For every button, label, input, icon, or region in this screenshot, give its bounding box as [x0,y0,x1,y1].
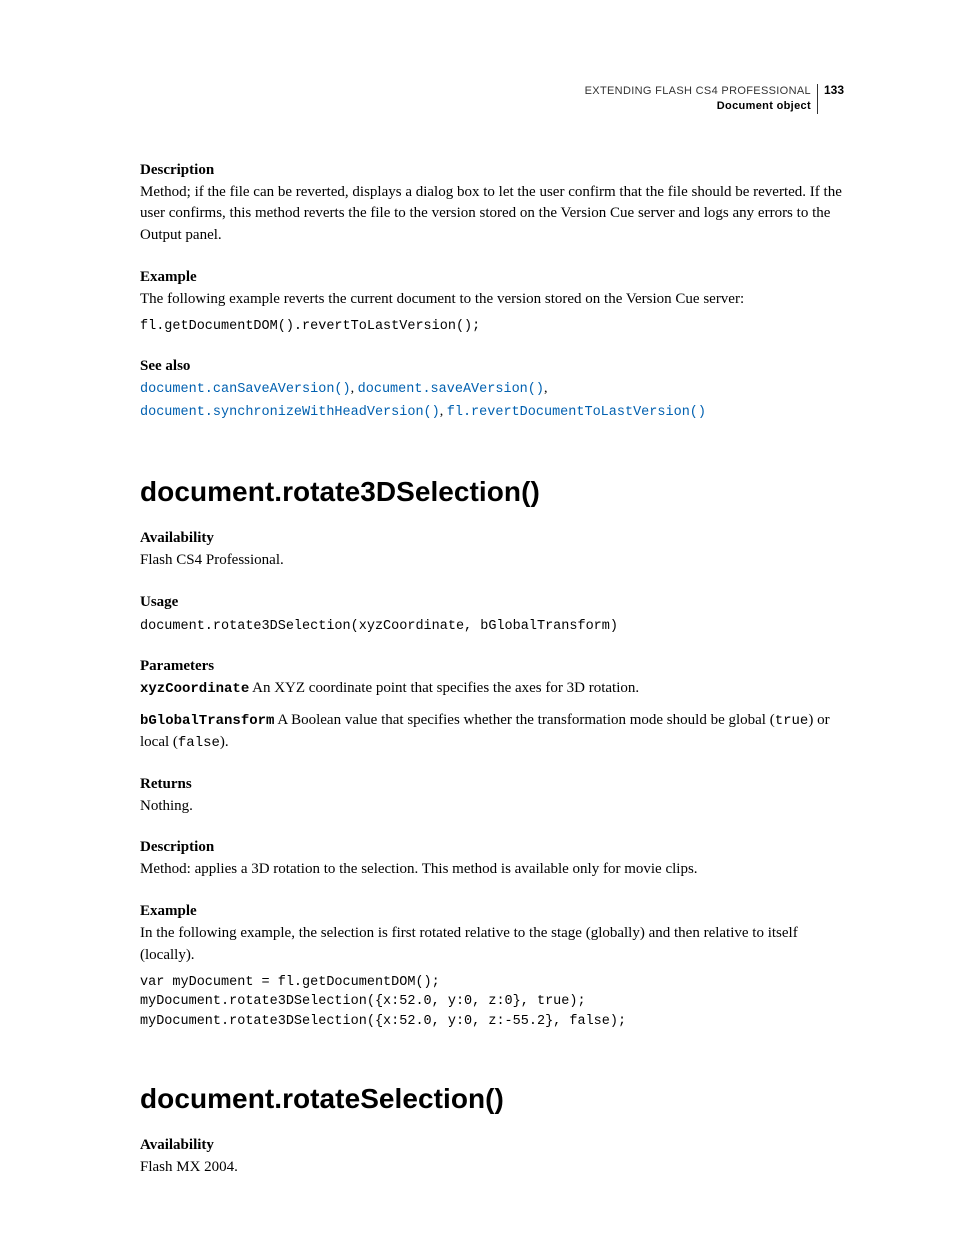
api-title-rotate3DSelection: document.rotate3DSelection() [140,476,844,508]
running-header-text: EXTENDING FLASH CS4 PROFESSIONAL Documen… [585,84,811,114]
section-revert-tail: Description Method; if the file can be r… [140,162,844,424]
see-also-links: document.canSaveAVersion(), document.sav… [140,378,844,424]
param-name-bGlobalTransform: bGlobalTransform [140,713,274,729]
param-desc-bGlobalTransform-c: ). [220,734,229,750]
heading-see-also: See also [140,358,844,375]
param-desc-xyzCoordinate: An XYZ coordinate point that specifies t… [249,680,639,696]
heading-availability-3: Availability [140,1137,844,1154]
api-title-rotateSelection: document.rotateSelection() [140,1083,844,1115]
param-xyzCoordinate: xyzCoordinate An XYZ coordinate point th… [140,678,844,700]
link-saveAVersion[interactable]: document.saveAVersion() [358,382,544,397]
usage-code: document.rotate3DSelection(xyzCoordinate… [140,617,844,637]
example-intro-2: In the following example, the selection … [140,923,844,967]
header-divider [817,84,818,114]
heading-description-2: Description [140,839,844,856]
link-synchronizeWithHeadVersion[interactable]: document.synchronizeWithHeadVersion() [140,405,440,420]
literal-false: false [178,735,220,751]
heading-returns: Returns [140,776,844,793]
heading-parameters: Parameters [140,658,844,675]
literal-true: true [775,713,809,729]
running-header: EXTENDING FLASH CS4 PROFESSIONAL Documen… [140,84,844,114]
heading-description: Description [140,162,844,179]
heading-example-2: Example [140,903,844,920]
page-number: 133 [824,84,844,96]
description-text-2: Method: applies a 3D rotation to the sel… [140,859,844,881]
example-intro: The following example reverts the curren… [140,289,844,311]
availability-text-3: Flash MX 2004. [140,1157,844,1179]
example-code-2: var myDocument = fl.getDocumentDOM(); my… [140,973,844,1032]
chapter-title: Document object [585,99,811,114]
returns-text: Nothing. [140,796,844,818]
param-name-xyzCoordinate: xyzCoordinate [140,681,249,697]
page-body: EXTENDING FLASH CS4 PROFESSIONAL Documen… [0,0,954,1245]
heading-availability: Availability [140,530,844,547]
availability-text: Flash CS4 Professional. [140,550,844,572]
param-bGlobalTransform: bGlobalTransform A Boolean value that sp… [140,710,844,754]
link-canSaveAVersion[interactable]: document.canSaveAVersion() [140,382,351,397]
link-revertDocumentToLastVersion[interactable]: fl.revertDocumentToLastVersion() [447,405,706,420]
param-desc-bGlobalTransform-a: A Boolean value that specifies whether t… [274,712,774,728]
heading-example: Example [140,269,844,286]
description-text: Method; if the file can be reverted, dis… [140,182,844,247]
example-code: fl.getDocumentDOM().revertToLastVersion(… [140,317,844,337]
book-title: EXTENDING FLASH CS4 PROFESSIONAL [585,84,811,99]
heading-usage: Usage [140,594,844,611]
